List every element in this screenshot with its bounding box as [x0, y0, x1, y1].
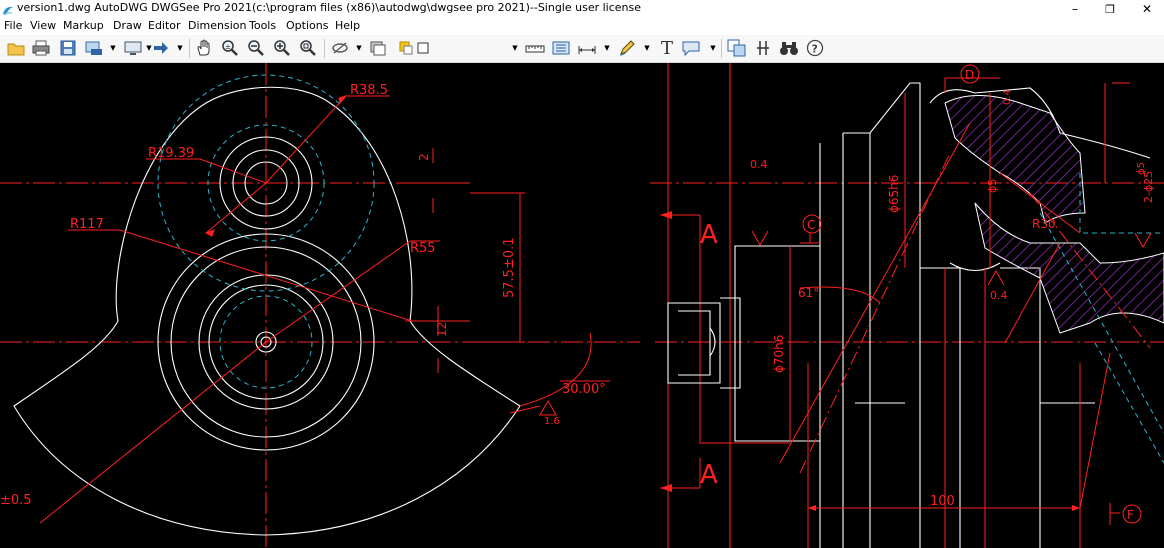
- dim-57-5: 57.5±0.1: [502, 237, 517, 298]
- dim-phi70: ϕ70h6: [772, 335, 786, 373]
- layer-select-dropdown-icon[interactable]: ▼: [511, 40, 519, 56]
- dim-100: 100: [930, 494, 955, 509]
- zoom-extents-icon[interactable]: [298, 38, 318, 58]
- send-dropdown-icon[interactable]: ▼: [176, 40, 184, 56]
- measure-area-icon[interactable]: [551, 38, 571, 58]
- callout-dropdown-icon[interactable]: ▼: [709, 40, 717, 56]
- section-label-a-top: A: [700, 220, 718, 250]
- dim-phi-small: ϕ5: [1136, 162, 1147, 175]
- dim-angle-61: 61°: [798, 286, 819, 300]
- section-arrows: [660, 211, 672, 492]
- cam-profile: [13, 86, 521, 536]
- measure-distance-icon[interactable]: [525, 38, 545, 58]
- close-button[interactable]: ✕: [1130, 0, 1164, 18]
- dim-r19-39: R19.39: [148, 146, 194, 161]
- menu-draw[interactable]: Draw: [113, 19, 142, 32]
- pencil-dropdown-icon[interactable]: ▼: [643, 40, 651, 56]
- save-icon[interactable]: [58, 38, 78, 58]
- screen-icon[interactable]: [123, 38, 143, 58]
- dim-r117: R117: [70, 217, 104, 232]
- layer-color-swatch-icon[interactable]: [413, 38, 433, 58]
- export-dropdown-icon[interactable]: ▼: [109, 40, 117, 56]
- drawing-canvas[interactable]: R38.5 R19.39 R117 R55 2 57.5±0.1 12 30.0…: [0, 63, 1164, 548]
- pan-hand-icon[interactable]: [194, 38, 214, 58]
- dim-r30: R30: [1032, 217, 1056, 231]
- toolbar-separator: [189, 39, 190, 58]
- split-view-icon[interactable]: [753, 38, 773, 58]
- dim-r55: R55: [410, 241, 436, 256]
- export-icon[interactable]: [84, 38, 104, 58]
- datum-c-label: C: [807, 218, 815, 232]
- menu-options[interactable]: Options: [286, 19, 328, 32]
- menu-file[interactable]: File: [4, 19, 22, 32]
- dimension-linear-icon[interactable]: [577, 38, 597, 58]
- window-title: version1.dwg AutoDWG DWGSee Pro 2021(c:\…: [17, 1, 642, 14]
- minimize-button[interactable]: –: [1058, 0, 1092, 18]
- title-bar: version1.dwg AutoDWG DWGSee Pro 2021(c:\…: [0, 0, 1164, 18]
- print-icon[interactable]: [31, 38, 51, 58]
- zoom-in-icon[interactable]: [272, 38, 292, 58]
- menu-help[interactable]: Help: [335, 19, 360, 32]
- menu-view[interactable]: View: [30, 19, 56, 32]
- menu-bar: File View Markup Draw Editor Dimension T…: [0, 18, 1164, 34]
- maximize-button[interactable]: ❐: [1093, 0, 1127, 18]
- datum-f-label: F: [1127, 508, 1134, 522]
- section-label-a-bottom: A: [700, 460, 718, 490]
- zoom-out-icon[interactable]: [246, 38, 266, 58]
- datum-d-label: D: [965, 68, 974, 82]
- svg-text:±: ±: [225, 43, 231, 51]
- dim-r38-5: R38.5: [350, 83, 388, 98]
- menu-dimension[interactable]: Dimension: [188, 19, 246, 32]
- dwgsee-app-icon: [2, 2, 14, 16]
- toolbar: ▼ ▼ ▼ ± ▼ b ▼ ▼ ▼ T ▼ ?: [0, 35, 1164, 92]
- toolbar-separator: [324, 39, 325, 58]
- roughness-mark-1: [539, 399, 557, 416]
- dim-phi5: ϕ5: [986, 179, 999, 193]
- help-icon[interactable]: ?: [805, 38, 825, 58]
- send-arrow-icon[interactable]: [151, 38, 171, 58]
- text-tool-icon[interactable]: T: [657, 38, 677, 59]
- callout-icon[interactable]: [681, 38, 701, 58]
- dimension-dropdown-icon[interactable]: ▼: [603, 40, 611, 56]
- compare-icon[interactable]: [727, 38, 747, 58]
- open-folder-icon[interactable]: [6, 38, 26, 58]
- toolbar-separator: [721, 39, 722, 58]
- section-frame-lines: [660, 63, 790, 548]
- dim-0-4-b: 0.4: [990, 289, 1008, 302]
- find-binoculars-icon[interactable]: [779, 38, 799, 58]
- dim-2: 2: [417, 153, 431, 161]
- dim-phi65: ϕ65h6: [887, 175, 901, 213]
- pencil-markup-icon[interactable]: [617, 38, 637, 58]
- layer-visibility-dropdown-icon[interactable]: ▼: [355, 40, 363, 56]
- dim-0-4-c: 0.4: [1002, 89, 1013, 105]
- dim-12: 12: [435, 322, 449, 337]
- cad-drawing: R38.5 R19.39 R117 R55 2 57.5±0.1 12 30.0…: [0, 63, 1164, 548]
- menu-editor[interactable]: Editor: [148, 19, 181, 32]
- dim-angle-30: 30.00°: [562, 382, 606, 397]
- zoom-realtime-icon[interactable]: ±: [220, 38, 240, 58]
- dim-0-5: ±0.5: [0, 493, 32, 508]
- help-glyph: ?: [812, 43, 818, 56]
- layer-stack-icon[interactable]: [368, 38, 388, 58]
- menu-tools[interactable]: Tools: [249, 19, 276, 32]
- layer-visibility-icon[interactable]: [330, 38, 350, 58]
- dim-0-4-a: 0.4: [750, 158, 768, 171]
- menu-markup[interactable]: Markup: [63, 19, 104, 32]
- dim-1-6: 1.6: [544, 416, 560, 427]
